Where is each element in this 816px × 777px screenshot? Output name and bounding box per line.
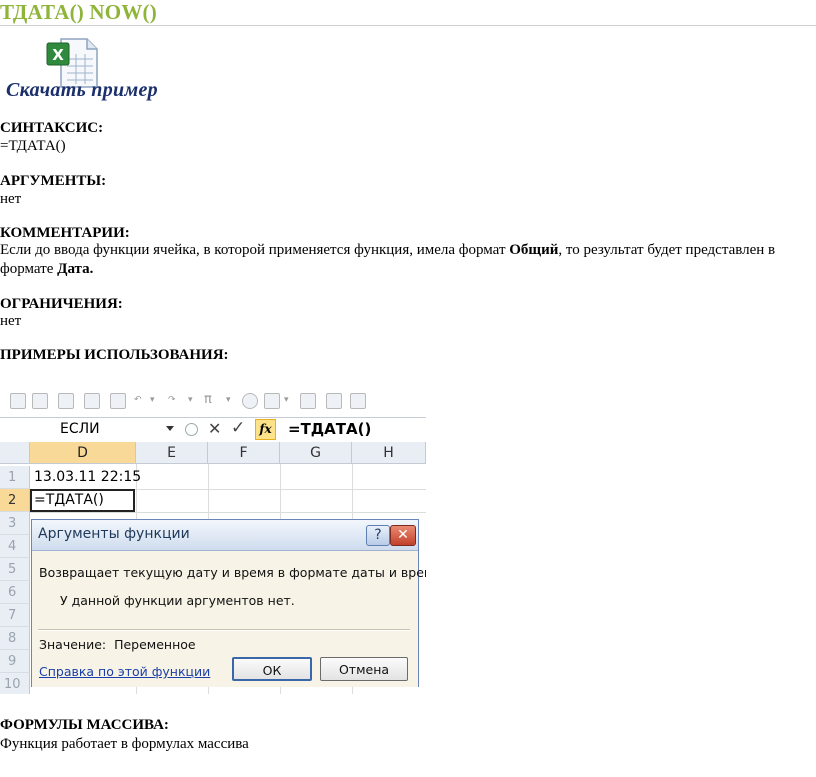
row-header-6[interactable]: 6 <box>0 581 30 604</box>
enter-check-icon[interactable]: ✓ <box>231 418 245 438</box>
arguments-heading: АРГУМЕНТЫ: <box>0 173 107 189</box>
comments-text: Если до ввода функции ячейка, в которой … <box>0 242 776 277</box>
print-preview-icon <box>84 393 100 409</box>
title-divider <box>0 25 816 26</box>
save-icon <box>10 393 26 409</box>
syntax-heading: СИНТАКСИС: <box>0 120 104 136</box>
sum-icon: π <box>204 392 212 407</box>
help-on-function-link[interactable]: Справка по этой функции <box>39 664 210 679</box>
resize-handle-icon <box>185 423 198 436</box>
help-icon[interactable]: ? <box>366 525 390 546</box>
syntax-text: =ТДАТА() <box>0 138 66 154</box>
undo-icon: ↶ <box>134 395 142 405</box>
column-header-h[interactable]: H <box>352 442 426 464</box>
limitations-text: нет <box>0 313 22 329</box>
dialog-title: Аргументы функции <box>38 526 190 542</box>
column-header-g[interactable]: G <box>280 442 352 464</box>
chart-icon <box>242 393 258 409</box>
spelling-icon <box>110 393 126 409</box>
cancel-icon[interactable]: ✕ <box>208 419 221 438</box>
cancel-button[interactable]: Отмена <box>320 657 408 681</box>
no-arguments-text: У данной функции аргументов нет. <box>60 593 295 608</box>
column-header-f[interactable]: F <box>208 442 280 464</box>
row-header-10[interactable]: 10 <box>0 673 30 694</box>
grid-icon <box>350 393 366 409</box>
cell-d1[interactable]: 13.03.11 22:15 <box>34 466 141 489</box>
dropdown-arrow-icon: ▾ <box>150 395 155 405</box>
download-example-label: Скачать пример <box>6 79 158 101</box>
open-icon <box>58 393 74 409</box>
row-header-9[interactable]: 9 <box>0 650 30 673</box>
dropdown-arrow-icon: ▾ <box>284 395 289 405</box>
insert-function-icon[interactable]: fx <box>255 419 276 440</box>
array-formulas-heading: ФОРМУЛЫ МАССИВА: <box>0 717 169 733</box>
comments-heading: КОММЕНТАРИИ: <box>0 225 130 241</box>
examples-heading: ПРИМЕРЫ ИСПОЛЬЗОВАНИЯ: <box>0 347 229 363</box>
dropdown-arrow-icon: ▾ <box>188 395 193 405</box>
dialog-title-bar[interactable]: Аргументы функции ? ✕ <box>32 520 418 551</box>
dialog-body: Возвращает текущую дату и время в формат… <box>32 551 426 687</box>
limitations-heading: ОГРАНИЧЕНИЯ: <box>0 296 123 312</box>
function-arguments-dialog: Аргументы функции ? ✕ Возвращает текущую… <box>31 519 426 687</box>
column-header-d[interactable]: D <box>30 442 136 464</box>
grid-line <box>30 512 426 513</box>
arguments-text: нет <box>0 191 22 207</box>
row-header-3[interactable]: 3 <box>0 512 30 535</box>
function-description: Возвращает текущую дату и время в формат… <box>39 565 426 580</box>
dialog-divider <box>38 629 410 631</box>
row-header-5[interactable]: 5 <box>0 558 30 581</box>
download-example-link[interactable]: X Скачать пример <box>6 37 166 105</box>
dropdown-arrow-icon: ▾ <box>226 395 231 405</box>
format-icon <box>264 393 280 409</box>
ok-button[interactable]: ОК <box>232 657 312 681</box>
chevron-down-icon[interactable] <box>166 426 174 431</box>
format-general-bold: Общий <box>509 242 559 258</box>
row-header-1[interactable]: 1 <box>0 466 30 489</box>
name-box[interactable]: ЕСЛИ <box>30 420 182 439</box>
result-value: Значение: Переменное <box>39 637 196 652</box>
new-document-icon <box>32 393 48 409</box>
formula-input[interactable]: =ТДАТА() <box>288 419 371 440</box>
excel-screenshot: ↶ ▾ ↷ ▾ π ▾ ▾ ЕСЛИ ✕ ✓ fx =ТДАТА() D E F… <box>0 385 426 694</box>
page-title: ТДАТА() NOW() <box>0 0 157 24</box>
row-header-7[interactable]: 7 <box>0 604 30 627</box>
row-header-2[interactable]: 2 <box>0 489 30 512</box>
camera-icon <box>300 393 316 409</box>
row-header-8[interactable]: 8 <box>0 627 30 650</box>
format-date-bold: Дата. <box>57 261 94 277</box>
active-cell-border <box>30 489 135 512</box>
column-header-e[interactable]: E <box>136 442 208 464</box>
svg-text:X: X <box>52 46 64 64</box>
row-header-4[interactable]: 4 <box>0 535 30 558</box>
close-icon[interactable]: ✕ <box>390 525 416 546</box>
quick-access-toolbar: ↶ ▾ ↷ ▾ π ▾ ▾ <box>0 385 426 417</box>
select-all-corner[interactable] <box>0 442 30 464</box>
array-formulas-text: Функция работает в формулах массива <box>0 736 249 752</box>
redo-icon: ↷ <box>168 395 176 405</box>
table-icon <box>326 393 342 409</box>
formula-bar: ЕСЛИ ✕ ✓ fx =ТДАТА() <box>0 417 426 443</box>
